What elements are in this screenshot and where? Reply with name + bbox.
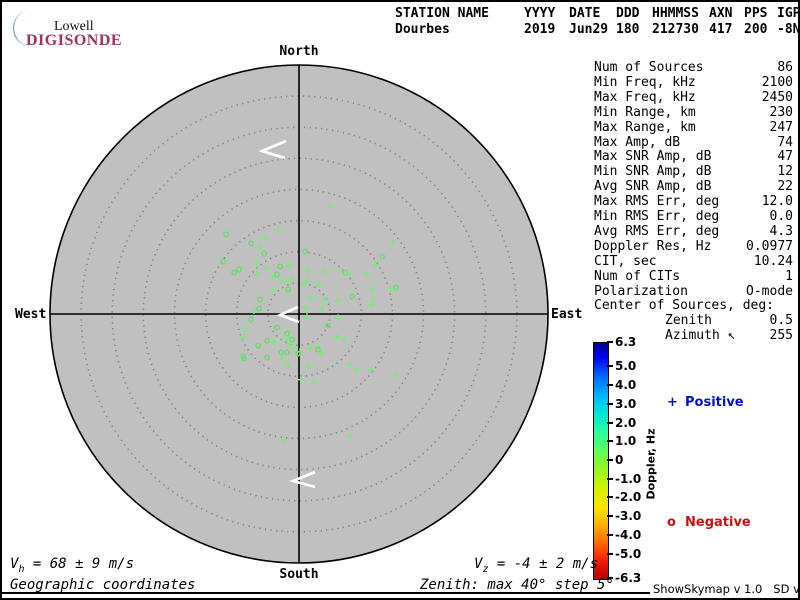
source-marker-positive: + (304, 263, 312, 278)
source-marker-positive: + (321, 264, 329, 279)
source-marker-negative: o (222, 227, 230, 241)
source-marker-negative: o (240, 351, 248, 365)
compass-label-west: West (15, 307, 47, 322)
source-marker-negative: o (230, 265, 238, 279)
source-marker-negative: o (301, 244, 309, 258)
source-marker-negative: o (273, 320, 281, 334)
source-marker-positive: + (392, 367, 400, 382)
source-marker-positive: + (297, 372, 305, 387)
source-marker-negative: o (273, 267, 281, 281)
compass-label-east: East (551, 307, 583, 322)
source-marker-negative: o (392, 280, 400, 294)
source-marker-positive: + (334, 310, 342, 325)
source-marker-negative: o (263, 333, 271, 347)
source-marker-negative: o (247, 312, 255, 326)
source-marker-negative: o (348, 289, 356, 303)
source-marker-positive: + (269, 282, 277, 297)
source-marker-positive: + (300, 276, 308, 291)
source-marker-positive: + (274, 222, 282, 237)
source-marker-positive: + (239, 330, 247, 345)
source-marker-positive: + (346, 429, 354, 444)
source-marker-positive: + (371, 257, 379, 272)
source-marker-positive: + (304, 359, 312, 374)
source-marker-positive: + (389, 235, 397, 250)
source-marker-positive: + (303, 309, 311, 324)
source-marker-positive: + (253, 266, 261, 281)
source-marker-positive: + (335, 292, 343, 307)
source-marker-positive: + (287, 272, 295, 287)
source-marker-negative: o (254, 338, 262, 352)
source-marker-positive: + (333, 329, 341, 344)
source-marker-negative: o (378, 249, 386, 263)
echo-sources-layer: o + + o + o o + o o + o + + + + o + o + + + o + + o o + o + + o + + + + o + + o… (0, 0, 800, 600)
source-marker-positive: + (285, 258, 293, 273)
source-marker-positive: + (317, 345, 325, 360)
source-marker-positive: + (315, 277, 323, 292)
source-marker-positive: + (344, 266, 352, 281)
source-marker-positive: + (345, 357, 353, 372)
compass-label-north: North (279, 44, 319, 59)
source-marker-positive: + (280, 432, 288, 447)
source-marker-positive: + (263, 261, 271, 276)
source-marker-positive: + (363, 266, 371, 281)
source-marker-positive: + (341, 332, 349, 347)
source-marker-negative: o (247, 236, 255, 250)
source-marker-negative: o (219, 254, 227, 268)
source-marker-positive: + (367, 362, 375, 377)
source-marker-positive: + (353, 362, 361, 377)
source-marker-positive: + (326, 199, 334, 214)
source-marker-positive: + (368, 297, 376, 312)
showskymap-window: Lowell DIGISONDE STATION NAME Dourbes YYYY… (0, 0, 800, 600)
source-marker-positive: + (305, 340, 313, 355)
source-marker-positive: + (284, 358, 292, 373)
compass-label-south: South (279, 567, 319, 582)
source-marker-negative: o (294, 346, 302, 360)
source-marker-negative: o (263, 350, 271, 364)
source-marker-positive: + (310, 375, 318, 390)
source-marker-positive: + (318, 301, 326, 316)
source-marker-negative: o (283, 345, 291, 359)
source-marker-negative: o (260, 246, 268, 260)
source-marker-positive: + (270, 334, 278, 349)
source-marker-negative: o (324, 318, 332, 332)
